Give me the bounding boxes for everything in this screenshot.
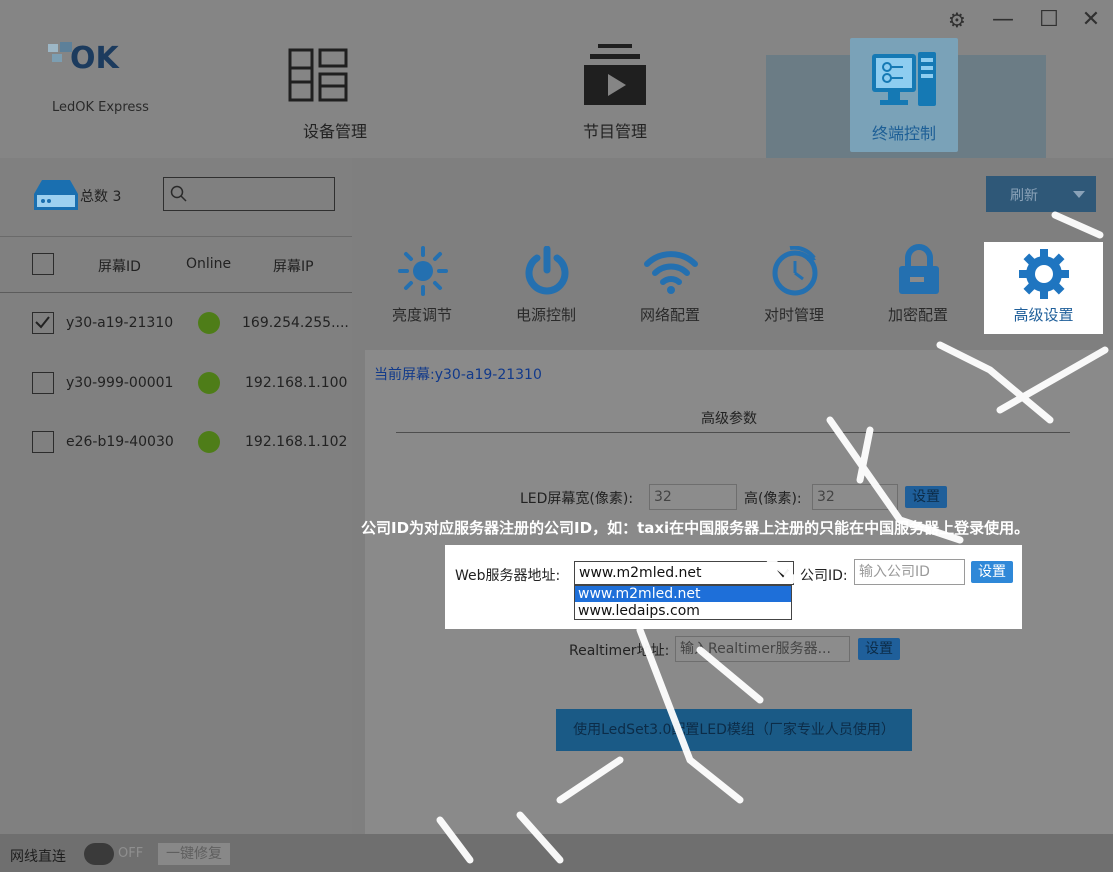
toggle-state-label: OFF xyxy=(118,846,144,861)
divider xyxy=(0,236,352,237)
tab-label: 终端控制 xyxy=(871,124,936,143)
gear-icon xyxy=(1019,249,1069,299)
set-server-button[interactable]: 设置 xyxy=(971,561,1013,583)
screen-id: y30-999-00001 xyxy=(66,375,174,391)
one-click-repair-button[interactable]: 一键修复 xyxy=(158,843,230,865)
brand-logo: OK xyxy=(48,41,121,76)
column-header-online: Online xyxy=(186,256,232,272)
dropdown-option[interactable]: www.m2mled.net xyxy=(575,586,791,602)
online-status-indicator xyxy=(198,312,220,334)
power-icon xyxy=(525,246,569,295)
select-all-checkbox[interactable] xyxy=(32,253,54,275)
time-sync-button[interactable]: 对时管理 xyxy=(748,240,840,334)
check-icon xyxy=(35,316,50,329)
company-id-input[interactable]: 输入公司ID xyxy=(854,559,965,585)
wifi-icon xyxy=(644,251,698,294)
realtimer-label: Realtimer地址: xyxy=(569,643,670,659)
search-input[interactable] xyxy=(163,177,335,211)
online-status-indicator xyxy=(198,431,220,453)
set-size-button[interactable]: 设置 xyxy=(905,486,947,508)
function-label: 高级设置 xyxy=(1013,306,1074,324)
tab-label: 设备管理 xyxy=(302,122,367,141)
function-label: 对时管理 xyxy=(763,306,824,324)
column-header-id: 屏幕ID xyxy=(98,259,141,275)
dropdown-option[interactable]: www.ledaips.com xyxy=(575,603,791,619)
sun-icon xyxy=(398,246,448,296)
device-management-icon xyxy=(288,48,348,102)
current-screen-label: 当前屏幕:y30-a19-21310 xyxy=(374,367,542,383)
screen-ip: 192.168.1.102 xyxy=(245,434,348,450)
close-button[interactable]: ✕ xyxy=(1076,6,1106,34)
row-checkbox[interactable] xyxy=(32,431,54,453)
divider xyxy=(396,432,1070,433)
power-button[interactable]: 电源控制 xyxy=(500,240,592,334)
direct-connect-label: 网线直连 xyxy=(10,849,66,865)
clock-icon xyxy=(772,246,818,296)
divider xyxy=(0,292,352,293)
svg-text:OK: OK xyxy=(70,41,121,76)
maximize-button[interactable]: ☐ xyxy=(1034,6,1064,34)
company-id-note: 公司ID为对应服务器注册的公司ID，如：taxi在中国服务器上注册的只能在中国服… xyxy=(361,519,1030,537)
ledset-config-button[interactable]: 使用LedSet3.0配置LED模组（厂家专业人员使用） xyxy=(556,709,912,751)
lock-icon xyxy=(899,244,939,294)
device-total-count: 总数 3 xyxy=(80,189,122,205)
selected-value: www.m2mled.net xyxy=(579,565,702,581)
device-icon xyxy=(34,180,78,210)
brand-name: LedOK Express xyxy=(52,100,149,115)
terminal-control-icon xyxy=(872,52,936,106)
table-row[interactable]: y30-999-00001 192.168.1.100 xyxy=(0,363,352,403)
table-row[interactable]: y30-a19-21310 169.254.255.... xyxy=(0,303,352,343)
section-title: 高级参数 xyxy=(701,411,757,427)
screen-width-input[interactable]: 32 xyxy=(649,484,737,510)
direct-connect-toggle[interactable] xyxy=(84,843,114,865)
chevron-down-icon xyxy=(777,569,789,578)
screen-width-label: LED屏幕宽(像素): xyxy=(520,491,634,507)
screen-height-label: 高(像素): xyxy=(744,491,802,507)
screen-id: e26-b19-40030 xyxy=(66,434,174,450)
settings-icon[interactable]: ⚙ xyxy=(942,6,972,34)
web-server-select[interactable]: www.m2mled.net xyxy=(574,561,794,585)
set-realtimer-button[interactable]: 设置 xyxy=(858,638,900,660)
realtimer-input[interactable]: 输入Realtimer服务器... xyxy=(675,636,850,662)
function-label: 亮度调节 xyxy=(391,306,452,324)
refresh-label: 刷新 xyxy=(1010,188,1038,204)
screen-ip: 192.168.1.100 xyxy=(245,375,348,391)
web-server-dropdown: www.m2mled.net www.ledaips.com xyxy=(574,585,792,620)
function-label: 电源控制 xyxy=(515,306,576,324)
program-management-icon xyxy=(584,44,646,105)
online-status-indicator xyxy=(198,372,220,394)
screen-height-input[interactable]: 32 xyxy=(812,484,898,510)
screen-ip: 169.254.255.... xyxy=(242,315,349,331)
advanced-settings-button[interactable]: 高级设置 xyxy=(984,242,1103,334)
row-checkbox[interactable] xyxy=(32,372,54,394)
tab-program-management[interactable]: 节目管理 xyxy=(530,30,700,158)
company-id-label: 公司ID: xyxy=(800,568,848,584)
function-label: 网络配置 xyxy=(639,306,700,324)
encryption-button[interactable]: 加密配置 xyxy=(872,240,964,334)
minimize-button[interactable]: — xyxy=(988,6,1018,34)
function-label: 加密配置 xyxy=(887,306,948,324)
chevron-down-icon[interactable] xyxy=(1072,190,1086,200)
brightness-button[interactable]: 亮度调节 xyxy=(376,240,468,334)
tab-label: 节目管理 xyxy=(582,122,647,141)
search-icon xyxy=(170,185,187,202)
web-server-label: Web服务器地址: xyxy=(455,568,561,584)
refresh-button[interactable]: 刷新 xyxy=(986,176,1096,212)
tab-terminal-control[interactable]: 终端控制 xyxy=(850,38,958,152)
tab-device-management[interactable]: 设备管理 xyxy=(250,30,420,158)
network-button[interactable]: 网络配置 xyxy=(624,240,716,334)
row-checkbox[interactable] xyxy=(32,312,54,334)
table-row[interactable]: e26-b19-40030 192.168.1.102 xyxy=(0,422,352,462)
column-header-ip: 屏幕IP xyxy=(273,259,314,275)
screen-id: y30-a19-21310 xyxy=(66,315,174,331)
